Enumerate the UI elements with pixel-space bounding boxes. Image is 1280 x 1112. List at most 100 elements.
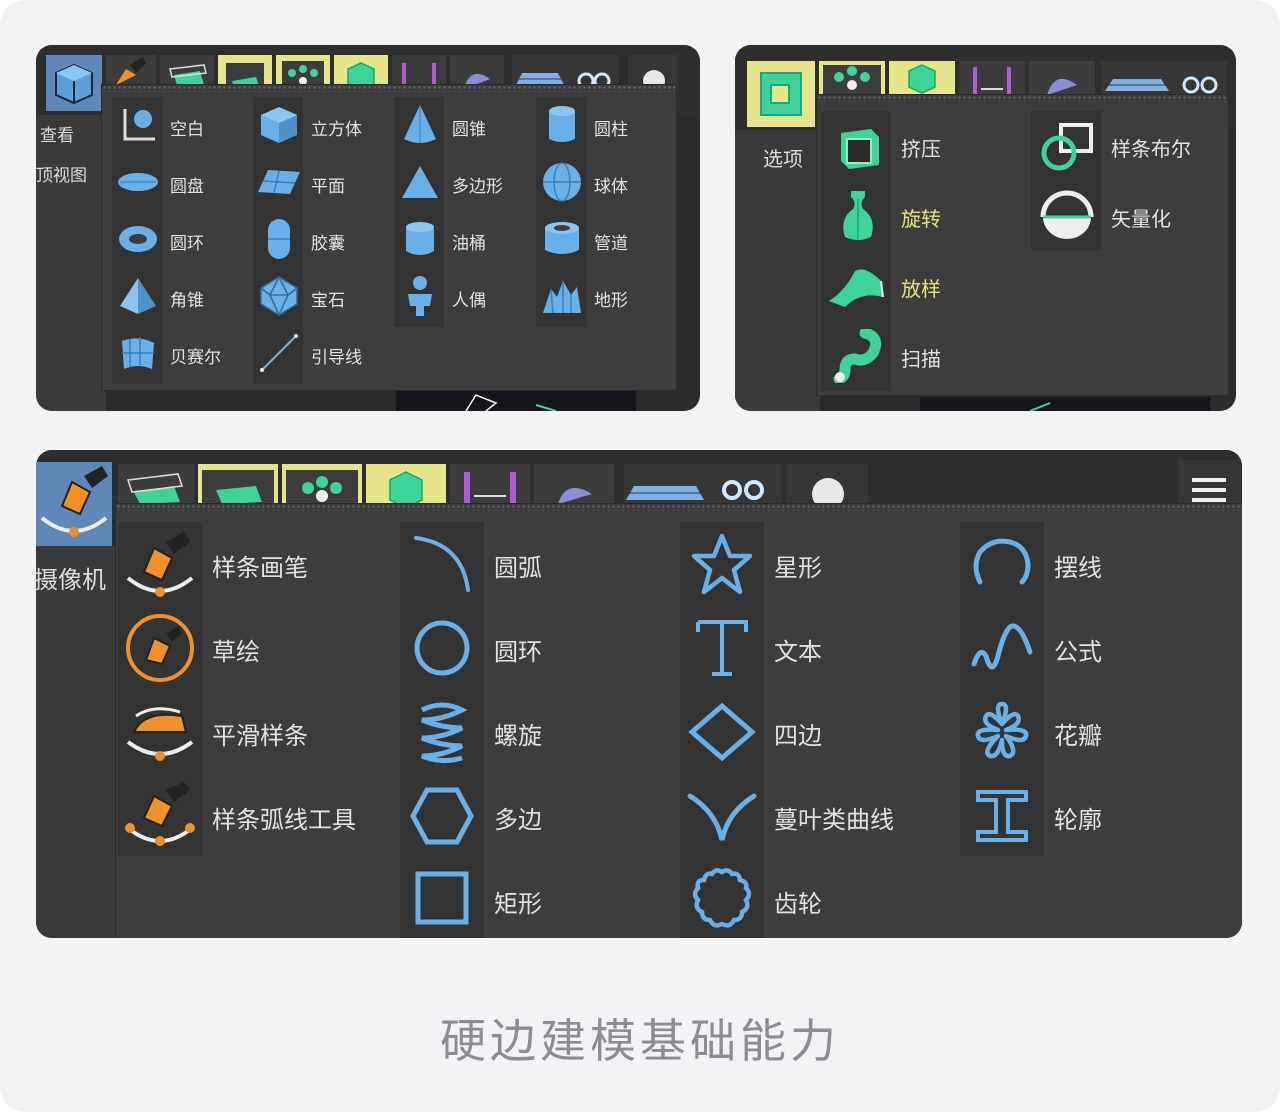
- bezier-icon: [118, 333, 158, 373]
- menu-item-plane[interactable]: 平面: [253, 154, 393, 211]
- menu-item-sweep[interactable]: 扫描: [821, 321, 1027, 391]
- smooth-spline-icon: [122, 696, 198, 768]
- cube-tool-button[interactable]: [46, 55, 102, 111]
- menu-item-label: 人偶: [452, 291, 486, 310]
- menu-item-star[interactable]: 星形: [680, 522, 958, 606]
- subdivision-button[interactable]: [118, 464, 194, 504]
- menu-item-label: 圆弧: [494, 555, 542, 582]
- menu-item-cone[interactable]: 圆锥: [394, 97, 534, 154]
- menu-item-capsule[interactable]: 胶囊: [253, 211, 393, 268]
- menu-item-cube[interactable]: 立方体: [253, 97, 393, 154]
- menu-item-label: 矩形: [494, 891, 542, 918]
- generator-button[interactable]: [198, 464, 278, 504]
- menu-item-tube[interactable]: 管道: [536, 211, 676, 268]
- null-icon: [119, 105, 159, 145]
- menu-item-label: 蔓叶类曲线: [774, 807, 894, 834]
- sphere-icon: [541, 161, 583, 203]
- menu-item-cogwheel[interactable]: 齿轮: [680, 858, 958, 938]
- array-button[interactable]: [282, 464, 362, 504]
- camera-button[interactable]: [1173, 61, 1227, 97]
- floor-button[interactable]: [624, 464, 706, 504]
- menu-item-n-side[interactable]: 多边: [400, 774, 678, 858]
- menu-item-disc[interactable]: 圆盘: [112, 154, 252, 211]
- circle-icon: [412, 618, 472, 678]
- menu-item-rectangle[interactable]: 矩形: [400, 858, 678, 938]
- view-menu-label[interactable]: 查看: [40, 121, 74, 146]
- menu-item-cycloid[interactable]: 摆线: [960, 522, 1238, 606]
- menu-item-cylinder[interactable]: 圆柱: [536, 97, 676, 154]
- shape-button[interactable]: [534, 464, 614, 504]
- menu-item-spline-pen[interactable]: 样条画笔: [118, 522, 396, 606]
- menu-item-text[interactable]: 文本: [680, 606, 958, 690]
- menu-item-label: 球体: [594, 177, 628, 196]
- object-menu-panel: 查看 顶视图 空白 圆盘 圆环 角锥 贝赛尔 立方体 平面 胶囊 宝石 引导线 …: [36, 45, 700, 411]
- menu-item-vectorize[interactable]: 矢量化: [1031, 181, 1227, 251]
- menu-item-label: 放样: [901, 279, 941, 301]
- menu-item-circle[interactable]: 圆环: [400, 606, 678, 690]
- menu-item-bezier[interactable]: 贝赛尔: [112, 325, 252, 382]
- field-button[interactable]: [450, 464, 530, 504]
- menu-item-smooth-spline[interactable]: 平滑样条: [118, 690, 396, 774]
- menu-item-torus[interactable]: 圆环: [112, 211, 252, 268]
- menu-item-lathe[interactable]: 旋转: [821, 181, 1027, 251]
- camera-menu-label[interactable]: 摄像机: [36, 560, 106, 595]
- menu-item-arc[interactable]: 圆弧: [400, 522, 678, 606]
- object-menu: 空白 圆盘 圆环 角锥 贝赛尔 立方体 平面 胶囊 宝石 引导线 圆锥 多边形 …: [102, 85, 676, 390]
- menu-item-pyramid[interactable]: 角锥: [112, 268, 252, 325]
- menu-item-label: 摆线: [1054, 555, 1102, 582]
- card: 查看 顶视图 空白 圆盘 圆环 角锥 贝赛尔 立方体 平面 胶囊 宝石 引导线 …: [0, 0, 1280, 1112]
- menu-item-four-side[interactable]: 四边: [680, 690, 958, 774]
- floor-button[interactable]: [1101, 61, 1173, 97]
- menu-item-profile[interactable]: 轮廓: [960, 774, 1238, 858]
- menu-item-formula[interactable]: 公式: [960, 606, 1238, 690]
- menu-item-cissoid[interactable]: 蔓叶类曲线: [680, 774, 958, 858]
- array-button[interactable]: [819, 61, 885, 97]
- menu-item-spline-boolean[interactable]: 样条布尔: [1031, 111, 1227, 181]
- camera-icon: [722, 480, 764, 500]
- top-view-label[interactable]: 顶视图: [36, 161, 87, 186]
- menu-item-label: 油桶: [452, 234, 486, 253]
- deformer-button[interactable]: [889, 61, 955, 97]
- menu-item-oiltank[interactable]: 油桶: [394, 211, 534, 268]
- menu-item-null[interactable]: 空白: [112, 97, 252, 154]
- menu-item-label: 管道: [594, 234, 628, 253]
- menu-item-polygon[interactable]: 多边形: [394, 154, 534, 211]
- deformer-button[interactable]: [366, 464, 446, 504]
- subdivision-icon: [126, 473, 184, 504]
- menu-item-extrude[interactable]: 挤压: [821, 111, 1027, 181]
- menu-item-guide[interactable]: 引导线: [253, 325, 393, 382]
- cogwheel-icon: [690, 866, 754, 930]
- menu-item-label: 多边: [494, 807, 542, 834]
- options-menu-label[interactable]: 选项: [763, 143, 803, 172]
- menu-item-sphere[interactable]: 球体: [536, 154, 676, 211]
- shape-button[interactable]: [1029, 61, 1095, 97]
- menu-item-label: 多边形: [452, 177, 503, 196]
- spline-menu-panel: 摄像机 样条画笔 草绘 平滑样条 样条弧线工具 圆弧 圆环 螺旋 多边 矩形 星…: [36, 450, 1242, 938]
- menu-item-label: 圆环: [494, 639, 542, 666]
- menu-item-figure[interactable]: 人偶: [394, 268, 534, 325]
- menu-item-loft[interactable]: 放样: [821, 251, 1027, 321]
- floor-icon: [626, 486, 704, 500]
- bracket-icon: [464, 472, 516, 504]
- menu-item-label: 圆环: [170, 234, 204, 253]
- extrude-tool-button[interactable]: [747, 61, 815, 127]
- spline-pen-tool-button[interactable]: [36, 462, 112, 546]
- light-button[interactable]: [786, 464, 868, 504]
- menu-item-platonic[interactable]: 宝石: [253, 268, 393, 325]
- menu-item-helix[interactable]: 螺旋: [400, 690, 678, 774]
- menu-item-spline-arc-tool[interactable]: 样条弧线工具: [118, 774, 396, 858]
- menu-item-landscape[interactable]: 地形: [536, 268, 676, 325]
- deformer-icon: [389, 471, 423, 504]
- menu-item-label: 样条画笔: [212, 555, 308, 582]
- bracket-icon: [973, 67, 1011, 95]
- camera-icon: [1182, 76, 1218, 94]
- camera-button[interactable]: [706, 464, 782, 504]
- menu-item-label: 扫描: [901, 349, 941, 371]
- menu-item-label: 空白: [170, 120, 204, 139]
- disc-icon: [116, 164, 160, 200]
- menu-item-label: 草绘: [212, 639, 260, 666]
- menu-item-flower[interactable]: 花瓣: [960, 690, 1238, 774]
- field-button[interactable]: [959, 61, 1025, 97]
- hexagon-icon: [410, 786, 474, 846]
- menu-item-sketch[interactable]: 草绘: [118, 606, 396, 690]
